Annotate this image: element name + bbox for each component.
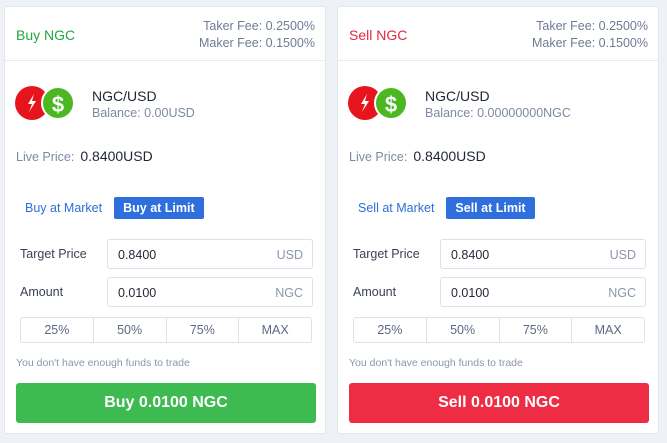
buy-coin-pair-icons: $ (15, 86, 77, 120)
tab-buy-at-limit[interactable]: Buy at Limit (114, 197, 204, 219)
sell-coin-pair-icons: $ (348, 86, 410, 120)
sell-header: Sell NGC Taker Fee: 0.2500% Maker Fee: 0… (338, 7, 658, 61)
sell-live-label: Live Price: (349, 150, 408, 164)
sell-panel: Sell NGC Taker Fee: 0.2500% Maker Fee: 0… (337, 6, 659, 434)
buy-pct-max-button[interactable]: MAX (239, 318, 311, 342)
sell-maker-fee: Maker Fee: 0.1500% (531, 36, 648, 50)
buy-pair: NGC/USD (92, 88, 157, 104)
usd-coin-icon: $ (374, 86, 408, 120)
sell-live-value: 0.8400USD (413, 148, 486, 164)
buy-pct-75-button[interactable]: 75% (167, 318, 240, 342)
sell-amount-value: 0.0100 (451, 286, 490, 300)
sell-amount-unit: NGC (608, 286, 636, 300)
sell-title: Sell NGC (349, 27, 408, 43)
buy-amount-input[interactable]: 0.0100 NGC (107, 277, 313, 307)
usd-coin-icon: $ (41, 86, 75, 120)
buy-percent-selector: 25% 50% 75% MAX (20, 317, 312, 343)
sell-pct-50-button[interactable]: 50% (427, 318, 500, 342)
sell-pair: NGC/USD (425, 88, 490, 104)
sell-amount-label: Amount (353, 285, 397, 299)
sell-fees: Taker Fee: 0.2500% Maker Fee: 0.1500% (532, 18, 648, 52)
buy-order-tabs: Buy at Market Buy at Limit (16, 197, 207, 219)
buy-pct-25-button[interactable]: 25% (21, 318, 94, 342)
tab-buy-at-market[interactable]: Buy at Market (16, 197, 111, 219)
sell-target-price-input[interactable]: 0.8400 USD (440, 239, 646, 269)
buy-funds-warning: You don't have enough funds to trade (16, 357, 190, 369)
buy-target-value: 0.8400 (118, 248, 157, 262)
buy-taker-fee: Taker Fee: 0.2500% (203, 19, 315, 33)
buy-fees: Taker Fee: 0.2500% Maker Fee: 0.1500% (199, 18, 315, 52)
sell-amount-row: Amount 0.0100 NGC (349, 277, 647, 307)
tab-sell-at-limit[interactable]: Sell at Limit (446, 197, 535, 219)
buy-pct-50-button[interactable]: 50% (94, 318, 167, 342)
sell-funds-warning: You don't have enough funds to trade (349, 357, 523, 369)
buy-live-label: Live Price: (16, 150, 75, 164)
sell-pct-75-button[interactable]: 75% (500, 318, 573, 342)
buy-header: Buy NGC Taker Fee: 0.2500% Maker Fee: 0.… (5, 7, 325, 61)
buy-amount-row: Amount 0.0100 NGC (16, 277, 314, 307)
sell-percent-selector: 25% 50% 75% MAX (353, 317, 645, 343)
tab-sell-at-market[interactable]: Sell at Market (349, 197, 443, 219)
buy-panel: Buy NGC Taker Fee: 0.2500% Maker Fee: 0.… (4, 6, 326, 434)
buy-balance: Balance: 0.00USD (92, 106, 195, 120)
sell-live-price: Live Price: 0.8400USD (349, 148, 486, 164)
sell-target-unit: USD (609, 248, 636, 262)
buy-live-value: 0.8400USD (80, 148, 153, 164)
sell-pct-max-button[interactable]: MAX (572, 318, 644, 342)
sell-target-label: Target Price (353, 247, 420, 261)
buy-amount-value: 0.0100 (118, 286, 157, 300)
buy-target-unit: USD (276, 248, 303, 262)
buy-maker-fee: Maker Fee: 0.1500% (198, 36, 315, 50)
sell-order-tabs: Sell at Market Sell at Limit (349, 197, 538, 219)
sell-amount-input[interactable]: 0.0100 NGC (440, 277, 646, 307)
sell-target-price-row: Target Price 0.8400 USD (349, 239, 647, 269)
buy-live-price: Live Price: 0.8400USD (16, 148, 153, 164)
sell-pct-25-button[interactable]: 25% (354, 318, 427, 342)
sell-target-value: 0.8400 (451, 248, 490, 262)
sell-taker-fee: Taker Fee: 0.2500% (536, 19, 648, 33)
buy-target-price-input[interactable]: 0.8400 USD (107, 239, 313, 269)
buy-submit-button[interactable]: Buy 0.0100 NGC (16, 383, 316, 423)
buy-amount-label: Amount (20, 285, 64, 299)
buy-amount-unit: NGC (275, 286, 303, 300)
sell-balance: Balance: 0.00000000NGC (425, 106, 571, 120)
buy-target-label: Target Price (20, 247, 87, 261)
buy-title: Buy NGC (16, 27, 76, 43)
buy-target-price-row: Target Price 0.8400 USD (16, 239, 314, 269)
sell-submit-button[interactable]: Sell 0.0100 NGC (349, 383, 649, 423)
